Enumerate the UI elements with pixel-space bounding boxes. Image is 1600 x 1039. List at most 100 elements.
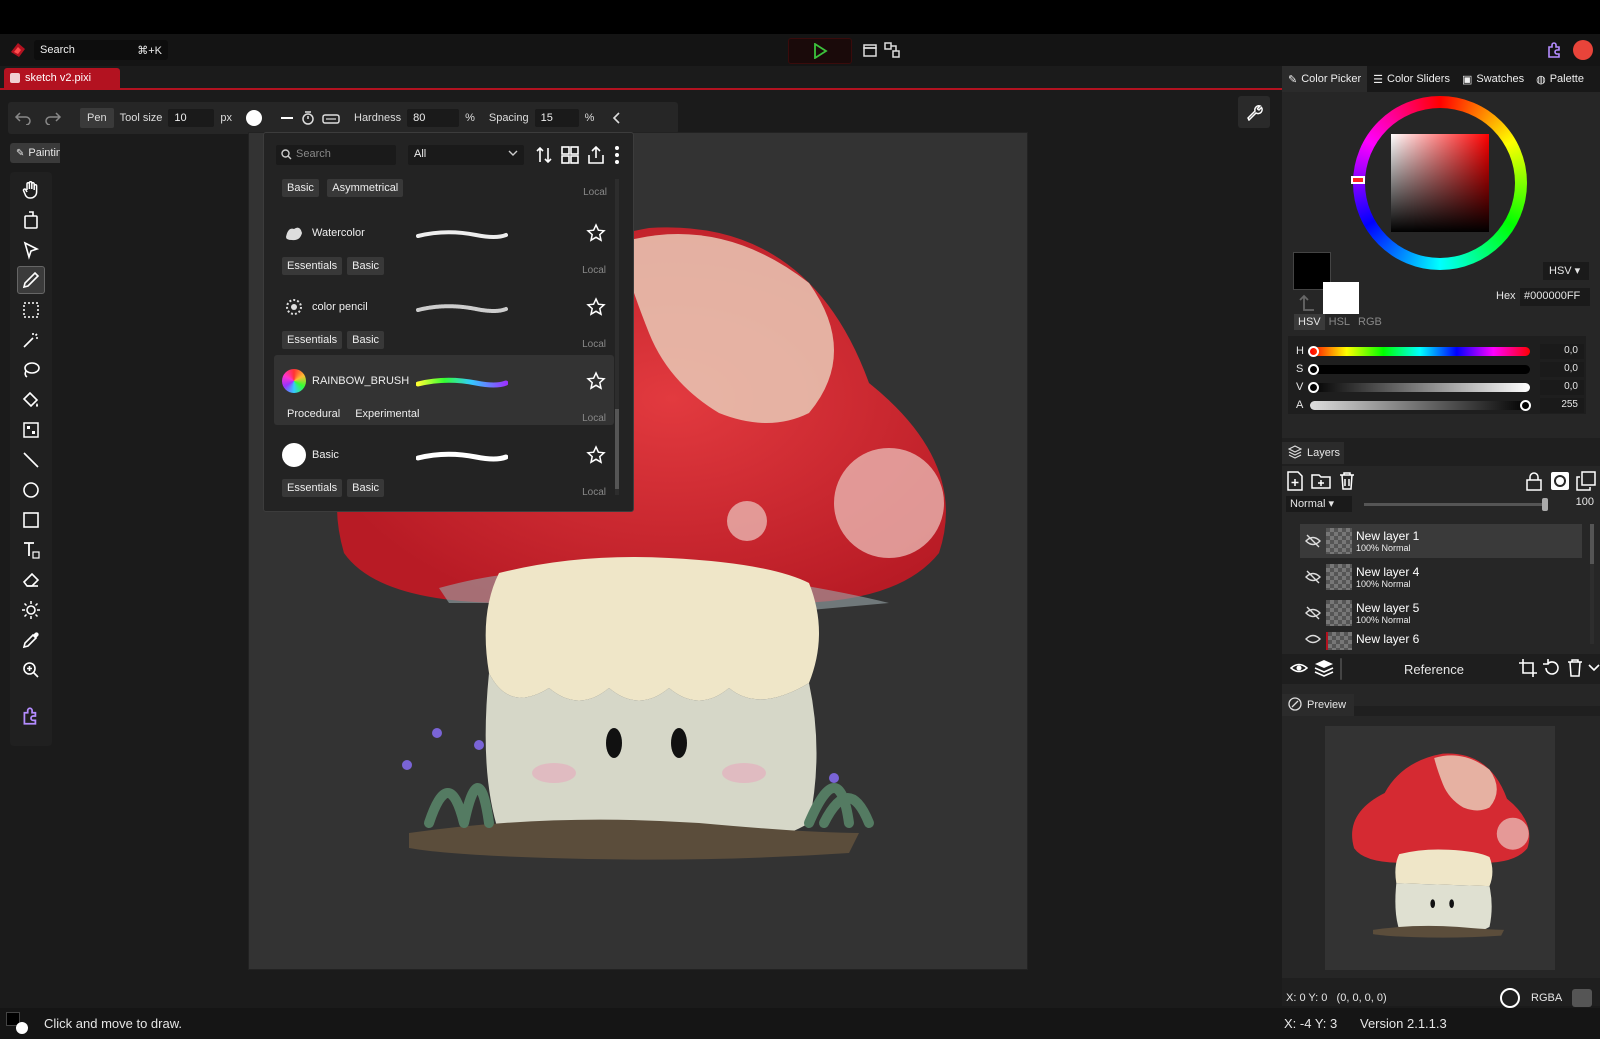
hex-input[interactable]: #000000FF xyxy=(1520,288,1590,306)
app-logo-icon[interactable] xyxy=(8,40,30,60)
favorite-star-icon[interactable] xyxy=(586,445,606,468)
line-icon[interactable] xyxy=(280,111,294,125)
color-mode-circle-icon[interactable] xyxy=(1500,988,1520,1008)
slider-value[interactable]: 0,0 xyxy=(1540,343,1584,359)
tab-swatches[interactable]: ▣ Swatches xyxy=(1456,66,1530,92)
secondary-color-swatch[interactable] xyxy=(1323,282,1359,314)
plugin-puzzle-icon[interactable] xyxy=(17,702,45,730)
tag[interactable]: Essentials xyxy=(282,257,343,275)
favorite-star-icon[interactable] xyxy=(586,297,606,320)
brush-item-color-pencil[interactable]: color pencil Essentials Basic Local xyxy=(274,281,614,351)
eye-off-icon[interactable] xyxy=(1300,534,1326,548)
slider-value[interactable]: 0,0 xyxy=(1540,379,1584,395)
nodes-icon[interactable] xyxy=(884,42,900,61)
blend-mode-select[interactable]: Normal ▾ xyxy=(1286,496,1352,512)
more-options-icon[interactable] xyxy=(614,145,620,168)
slider-a[interactable]: A 255 xyxy=(1296,397,1592,413)
lasso-icon[interactable] xyxy=(17,356,45,384)
alpha-toggle[interactable] xyxy=(1572,989,1592,1007)
mask-icon[interactable] xyxy=(1550,471,1570,494)
slider-h[interactable]: H 0,0 xyxy=(1296,343,1592,359)
slider-value[interactable]: 255 xyxy=(1540,397,1584,413)
tag[interactable]: Basic xyxy=(347,257,385,275)
tag[interactable]: Essentials xyxy=(282,331,343,349)
alpha-track[interactable] xyxy=(1310,399,1531,411)
new-group-icon[interactable] xyxy=(1311,471,1331,494)
saturation-value-square[interactable] xyxy=(1391,134,1489,232)
brush-list-scrollbar[interactable] xyxy=(615,179,619,495)
spacing-input[interactable]: 15 xyxy=(534,109,579,127)
duplicate-layer-icon[interactable] xyxy=(1576,471,1596,494)
puzzle-icon[interactable] xyxy=(1545,41,1563,62)
canvas-settings-button[interactable] xyxy=(1238,96,1270,128)
layer-row[interactable]: New layer 5 100% Normal xyxy=(1300,596,1582,630)
sort-icon[interactable] xyxy=(534,145,554,168)
new-layer-icon[interactable] xyxy=(1286,471,1304,494)
collapse-chevron-icon[interactable] xyxy=(612,112,622,124)
tag[interactable]: Basic xyxy=(347,479,385,497)
lock-icon[interactable] xyxy=(1524,471,1544,494)
layers-tab[interactable]: Layers xyxy=(1282,442,1344,464)
slider-value[interactable]: 0,0 xyxy=(1540,361,1584,377)
hue-wheel[interactable] xyxy=(1351,96,1527,270)
model-tab-rgb[interactable]: RGB xyxy=(1354,314,1386,330)
color-mode-select[interactable]: HSV ▾ xyxy=(1543,262,1589,280)
command-search[interactable]: Search ⌘+K xyxy=(34,40,168,60)
tab-color-sliders[interactable]: ☰ Color Sliders xyxy=(1367,66,1456,92)
tag[interactable]: Essentials xyxy=(282,479,343,497)
value-track[interactable] xyxy=(1308,381,1530,393)
layers-scrollbar[interactable] xyxy=(1590,524,1594,644)
line-tool-icon[interactable] xyxy=(17,446,45,474)
gradient-icon[interactable] xyxy=(17,416,45,444)
brush-item-rainbow[interactable]: RAINBOW_BRUSH Procedural Experimental Loc… xyxy=(274,355,614,425)
crop-icon[interactable] xyxy=(1518,658,1538,681)
eye-icon[interactable] xyxy=(1289,661,1309,678)
user-avatar[interactable] xyxy=(1573,40,1593,60)
slider-v[interactable]: V 0,0 xyxy=(1296,379,1592,395)
hue-track[interactable] xyxy=(1308,345,1530,357)
undo-icon[interactable] xyxy=(14,111,32,125)
layer-row[interactable]: New layer 1 100% Normal xyxy=(1300,524,1582,558)
brush-item-watercolor[interactable]: Watercolor Essentials Basic Local xyxy=(274,207,614,277)
eye-icon[interactable] xyxy=(1300,632,1326,646)
move-arrow-icon[interactable] xyxy=(17,236,45,264)
tag[interactable]: Experimental xyxy=(350,405,424,423)
model-tab-hsv[interactable]: HSV xyxy=(1294,314,1325,330)
eye-off-icon[interactable] xyxy=(1300,570,1326,584)
pen-mode-chip[interactable]: Pen xyxy=(80,108,114,128)
tag-basic[interactable]: Basic xyxy=(282,179,319,197)
stack-icon[interactable] xyxy=(1314,658,1334,681)
swap-colors-icon[interactable] xyxy=(1297,294,1317,315)
export-icon[interactable] xyxy=(586,145,606,168)
magic-wand-icon[interactable] xyxy=(17,326,45,354)
rect-select-icon[interactable] xyxy=(17,296,45,324)
tag-asymmetrical[interactable]: Asymmetrical xyxy=(327,179,404,197)
hand-tool-icon[interactable] xyxy=(17,176,45,204)
rotate-canvas-icon[interactable] xyxy=(17,206,45,234)
clapperboard-icon[interactable] xyxy=(862,42,878,61)
favorite-star-icon[interactable] xyxy=(586,223,606,246)
tab-palette[interactable]: ◍ Palette xyxy=(1530,66,1590,92)
model-tab-hsl[interactable]: HSL xyxy=(1325,314,1354,330)
grid-view-icon[interactable] xyxy=(560,145,580,168)
zoom-icon[interactable] xyxy=(17,656,45,684)
reset-icon[interactable] xyxy=(1542,658,1562,681)
stabilizer-icon[interactable] xyxy=(322,111,340,125)
rectangle-tool-icon[interactable] xyxy=(17,506,45,534)
text-tool-icon[interactable] xyxy=(17,536,45,564)
delete-reference-icon[interactable] xyxy=(1566,658,1584,681)
brush-search-input[interactable]: Search xyxy=(276,145,396,165)
brush-preview-button[interactable] xyxy=(246,110,262,126)
layer-row[interactable]: New layer 4 100% Normal xyxy=(1300,560,1582,594)
brush-item-basic[interactable]: Basic Essentials Basic Local xyxy=(274,429,614,499)
document-tab[interactable]: sketch v2.pixi xyxy=(4,68,120,88)
eye-off-icon[interactable] xyxy=(1300,606,1326,620)
layer-opacity-value[interactable]: 100 xyxy=(1560,496,1594,512)
tag[interactable]: Basic xyxy=(347,331,385,349)
paint-bucket-icon[interactable] xyxy=(17,386,45,414)
pressure-icon[interactable] xyxy=(300,110,316,126)
hardness-input[interactable]: 80 xyxy=(407,109,460,127)
layer-row[interactable]: New layer 6 xyxy=(1300,632,1582,650)
play-button[interactable] xyxy=(788,38,852,64)
eyedropper-icon[interactable] xyxy=(17,626,45,654)
